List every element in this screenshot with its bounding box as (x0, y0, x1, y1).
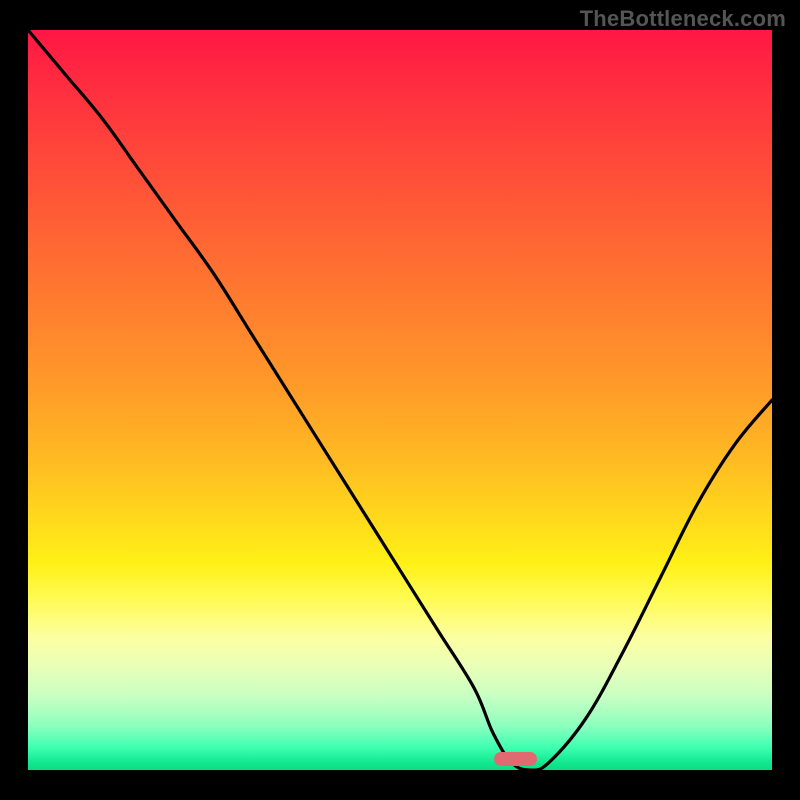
watermark-text: TheBottleneck.com (580, 6, 786, 32)
curve-path (28, 30, 772, 770)
chart-frame: TheBottleneck.com (0, 0, 800, 800)
optimum-marker (494, 752, 537, 766)
plot-area (28, 30, 772, 770)
curve-svg (28, 30, 772, 770)
